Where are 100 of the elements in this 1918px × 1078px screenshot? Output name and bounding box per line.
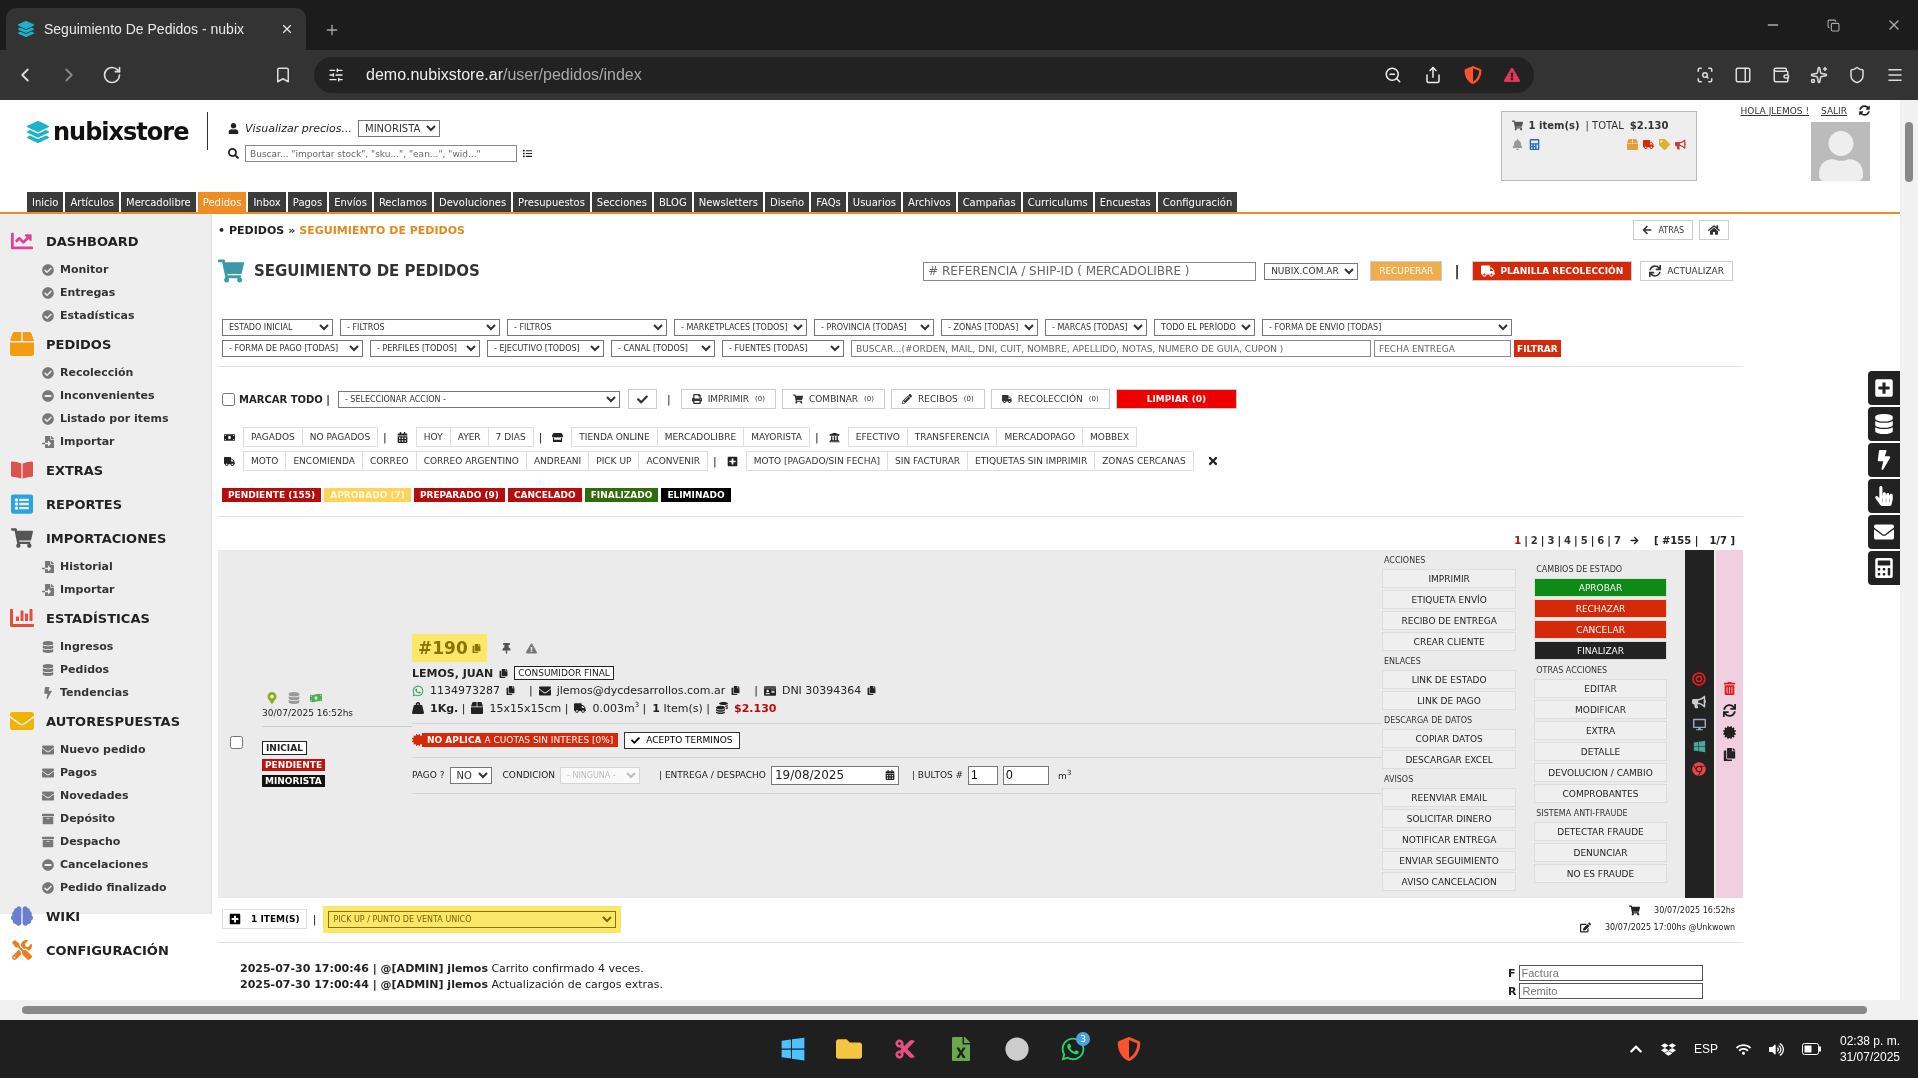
nav-tab[interactable]: Diseño <box>764 192 810 212</box>
invoice-field[interactable]: Remito <box>1519 983 1704 999</box>
action-button[interactable]: EXTRA <box>1534 721 1667 740</box>
action-button[interactable]: DEVOLUCION / CAMBIO <box>1534 763 1667 782</box>
quick-filter-button[interactable]: MERCADOPAGO <box>996 427 1084 447</box>
sidebar-item[interactable]: Cancelaciones <box>8 853 211 876</box>
filter-select[interactable]: - PERFILES [TODOS] <box>370 340 480 357</box>
action-button[interactable]: DESCARGAR EXCEL <box>1382 750 1517 769</box>
nav-tab[interactable]: Pagos <box>287 192 328 212</box>
quick-filter-button[interactable]: ENCOMIENDA <box>285 451 363 471</box>
sidebar-section[interactable]: DASHBOARD <box>8 224 211 258</box>
megaphone-icon[interactable] <box>1692 695 1707 709</box>
filter-select[interactable]: - FILTROS <box>340 319 500 336</box>
restore-icon[interactable] <box>1827 18 1840 32</box>
action-button[interactable]: REENVIAR EMAIL <box>1382 788 1517 807</box>
search-field[interactable]: Buscar... "importar stock", "sku...", "ean...", "wid..." <box>245 145 517 162</box>
browser-tab[interactable]: Seguimiento De Pedidos - nubix <box>6 8 306 50</box>
action-select[interactable]: - SELECCIONAR ACCION - <box>337 390 620 408</box>
list-icon[interactable] <box>523 149 532 158</box>
vertical-scrollbar[interactable] <box>1900 100 1918 1000</box>
nav-tab[interactable]: Inbox <box>248 192 286 212</box>
action-button[interactable]: DENUNCIAR <box>1534 843 1667 862</box>
sidebar-section[interactable]: IMPORTACIONES <box>8 521 211 555</box>
reference-field[interactable]: # REFERENCIA / SHIP-ID ( MERCADOLIBRE ) <box>923 261 1257 281</box>
page-link[interactable]: 5 <box>1580 535 1588 546</box>
action-button[interactable]: AVISO CANCELACION <box>1382 872 1517 891</box>
page-link[interactable]: 3 <box>1547 535 1555 546</box>
sidebar-item[interactable]: Recolección <box>8 361 211 384</box>
quick-filter-button[interactable]: CORREO <box>362 451 417 471</box>
nav-tab[interactable]: Secciones <box>591 192 652 212</box>
triangle-icon[interactable] <box>1504 67 1520 83</box>
status-tag[interactable]: FINALIZADO <box>584 488 659 502</box>
action-button[interactable]: CANCELAR <box>1534 620 1667 639</box>
nav-tab[interactable]: Usuarios <box>847 192 902 212</box>
apply-button[interactable] <box>627 389 657 409</box>
dropbox-icon[interactable] <box>1660 1041 1676 1057</box>
filter-select[interactable]: - EJECUTIVO [TODOS] <box>487 340 604 357</box>
sidebar-item[interactable]: Despacho <box>8 830 211 853</box>
quick-filter-button[interactable]: HOY <box>415 427 451 447</box>
sidebar-item[interactable]: Importar <box>8 430 211 453</box>
sidebar-section[interactable]: AUTORESPUESTAS <box>8 704 211 738</box>
checkbox[interactable] <box>222 392 235 406</box>
copy-icon[interactable] <box>731 686 741 696</box>
quick-filter-button[interactable]: MERCADOLIBRE <box>656 427 745 447</box>
filter-button[interactable]: FILTRAR <box>1514 340 1561 357</box>
quick-filter-button[interactable]: 7 DIAS <box>487 427 534 447</box>
quick-filter-button[interactable]: PICK UP <box>588 451 640 471</box>
action-button[interactable]: CREAR CLIENTE <box>1382 632 1517 651</box>
quick-filter-button[interactable]: ANDREANI <box>525 451 590 471</box>
page-link[interactable]: 4 <box>1564 535 1572 546</box>
sidebar-section[interactable]: EXTRAS <box>8 453 211 487</box>
nav-tab[interactable]: Inicio <box>27 192 64 212</box>
sidebar-section[interactable]: WIKI <box>8 899 211 933</box>
action-button[interactable]: ETIQUETA ENVÍO <box>1382 590 1517 609</box>
arrow-icon[interactable] <box>1629 536 1639 545</box>
site-settings-icon[interactable] <box>328 67 344 83</box>
target-icon[interactable] <box>1692 672 1707 686</box>
sidebar-item[interactable]: Monitor <box>8 258 211 281</box>
action-button[interactable]: DETECTAR FRAUDE <box>1534 822 1667 841</box>
quick-filter-button[interactable]: MAYORISTA <box>743 427 810 447</box>
quick-filter-button[interactable]: TIENDA ONLINE <box>571 427 658 447</box>
quick-filter-button[interactable]: TRANSFERENCIA <box>906 427 998 447</box>
action-button[interactable]: NOTIFICAR ENTREGA <box>1382 830 1517 849</box>
sidebar-item[interactable]: Importar <box>8 578 211 601</box>
quick-filter-button[interactable]: ZONAS CERCANAS <box>1094 451 1194 471</box>
status-tag[interactable]: PREPARADO (9) <box>413 488 505 502</box>
clear-button[interactable]: LIMPIAR (0) <box>1115 389 1238 409</box>
user-link[interactable]: SALIR <box>1821 105 1847 116</box>
address-bar[interactable]: demo.nubixstore.ar/user/pedidos/index <box>314 57 1534 93</box>
monitor-icon[interactable] <box>1692 718 1706 731</box>
sidebar-item[interactable]: Novedades <box>8 784 211 807</box>
volume-field[interactable]: 0 <box>1003 765 1050 785</box>
terms-button[interactable]: ACEPTO TERMINOS <box>624 731 740 749</box>
status-tag[interactable]: ELIMINADO <box>661 488 731 502</box>
sidebar-section[interactable]: CONFIGURACIÓN <box>8 933 211 967</box>
nav-tab[interactable]: Archivos <box>903 192 956 212</box>
action-button[interactable]: DETALLE <box>1534 742 1667 761</box>
filter-select[interactable]: - FORMA DE ENVIO [TODAS] <box>1262 319 1512 336</box>
action-button[interactable]: FINALIZAR <box>1534 641 1667 660</box>
action-button[interactable]: EDITAR <box>1534 679 1667 698</box>
nav-tab[interactable]: Devoluciones <box>434 192 512 212</box>
sidebar-item[interactable]: Historial <box>8 555 211 578</box>
action-button[interactable]: IMPRIMIR <box>1382 569 1517 588</box>
sidebar-item[interactable]: Listado por items <box>8 407 211 430</box>
stack-button[interactable] <box>1868 407 1900 441</box>
copy-icon[interactable] <box>499 668 509 678</box>
nav-tab[interactable]: Newsletters <box>693 192 763 212</box>
quick-filter-button[interactable]: MOTO <box>243 451 287 471</box>
close-icon[interactable] <box>280 22 294 36</box>
mail-button[interactable] <box>1868 515 1900 549</box>
status-tag[interactable]: PENDIENTE (155) <box>222 488 322 502</box>
invoice-field[interactable]: Factura <box>1518 965 1703 981</box>
nav-tab[interactable]: Curriculums <box>1022 192 1093 212</box>
sidebar-item[interactable]: Nuevo pedido <box>8 738 211 761</box>
page-link[interactable]: 7 <box>1613 535 1621 546</box>
home-button[interactable] <box>1699 220 1729 240</box>
add-button[interactable] <box>1868 371 1900 405</box>
bolt-button[interactable] <box>1868 443 1900 477</box>
quick-filter-button[interactable]: PAGADOS <box>243 427 303 447</box>
filter-select[interactable]: - FUENTES [TODAS] <box>722 340 844 357</box>
